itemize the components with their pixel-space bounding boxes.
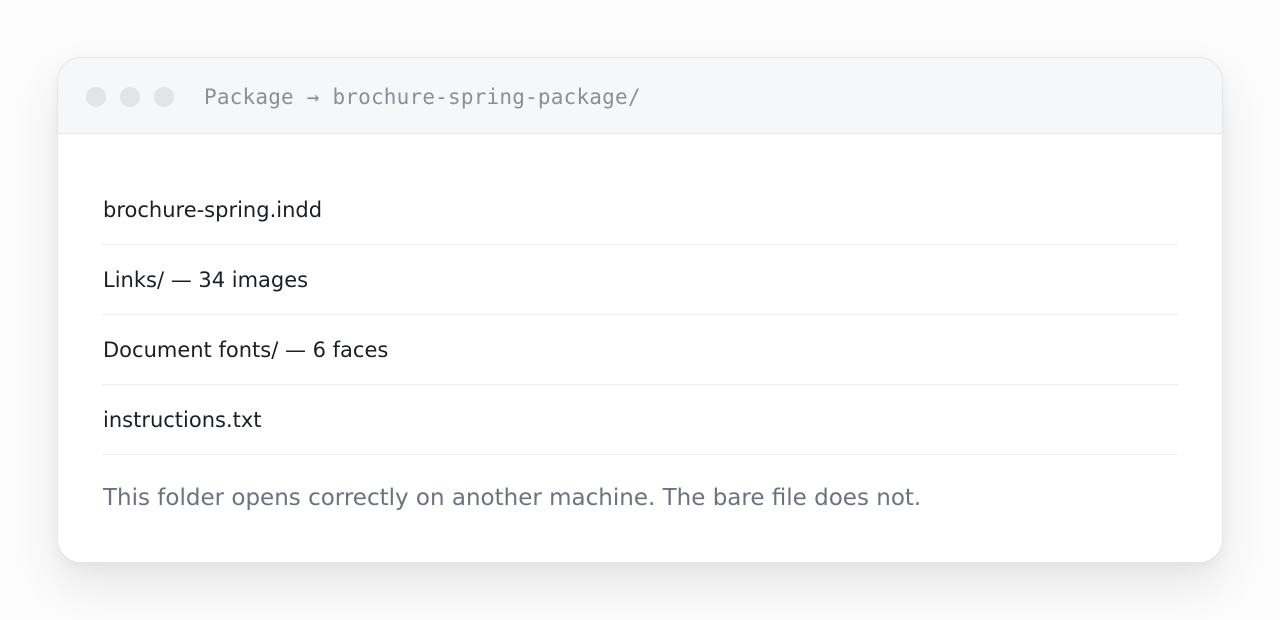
package-contents-list: brochure-spring.indd Links/ — 34 images … <box>102 175 1178 455</box>
window-titlebar: Package → brochure-spring-package/ <box>58 58 1222 134</box>
path-root: Package <box>204 85 294 109</box>
list-item-label: brochure-spring.indd <box>103 198 323 222</box>
path-folder: brochure-spring-package/ <box>332 85 641 109</box>
path-arrow-icon: → <box>306 85 320 109</box>
list-item-label: Links/ — 34 images <box>103 268 309 292</box>
package-note: This folder opens correctly on another m… <box>103 485 922 511</box>
minimize-window-button[interactable] <box>120 87 140 107</box>
list-item-label: instructions.txt <box>103 408 262 432</box>
close-window-button[interactable] <box>86 87 106 107</box>
maximize-window-button[interactable] <box>154 87 174 107</box>
package-window: Package → brochure-spring-package/ broch… <box>57 57 1223 563</box>
list-item-indd-file[interactable]: brochure-spring.indd <box>102 175 1178 245</box>
list-item-label: Document fonts/ — 6 faces <box>103 338 389 362</box>
list-item-links-folder[interactable]: Links/ — 34 images <box>102 245 1178 315</box>
list-item-instructions-file[interactable]: instructions.txt <box>102 385 1178 455</box>
list-item-fonts-folder[interactable]: Document fonts/ — 6 faces <box>102 315 1178 385</box>
folder-path: Package → brochure-spring-package/ <box>204 83 641 111</box>
